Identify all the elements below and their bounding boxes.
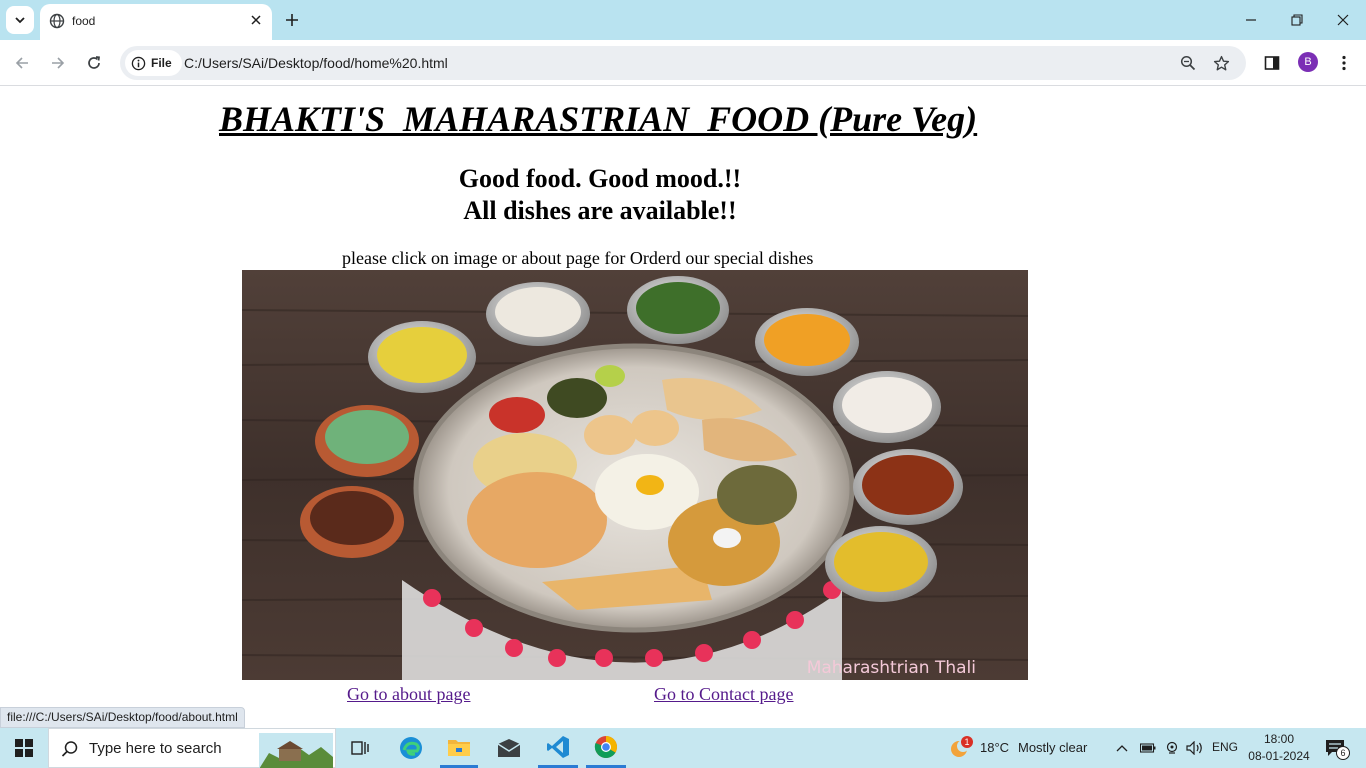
- task-view-icon: [351, 741, 369, 755]
- thali-image-link[interactable]: Maharashtrian Thali: [242, 270, 1028, 680]
- menu-button[interactable]: [1333, 52, 1355, 74]
- weather-condition[interactable]: Mostly clear: [1018, 740, 1087, 755]
- info-icon: [131, 56, 146, 70]
- web-page: BHAKTI'S MAHARASTRIAN FOOD (Pure Veg) Go…: [0, 87, 1366, 728]
- reload-button[interactable]: [80, 49, 108, 77]
- tab-search-button[interactable]: [6, 6, 34, 34]
- mail-app[interactable]: [490, 728, 528, 768]
- clock[interactable]: 18:00 08-01-2024: [1244, 731, 1314, 765]
- back-button[interactable]: [8, 49, 36, 77]
- close-window-button[interactable]: [1327, 6, 1359, 34]
- windows-logo-icon: [15, 739, 33, 757]
- notification-count: 6: [1336, 746, 1350, 760]
- task-view-button[interactable]: [344, 728, 376, 768]
- plus-icon: [286, 14, 298, 26]
- bookmark-button[interactable]: [1211, 53, 1231, 73]
- tab-strip: food: [0, 0, 1366, 40]
- image-caption: Maharashtrian Thali: [806, 658, 976, 678]
- forward-button[interactable]: [44, 49, 72, 77]
- tagline-primary: Good food. Good mood.!!: [458, 164, 742, 193]
- chevron-up-icon: [1116, 745, 1128, 752]
- notifications-button[interactable]: 6: [1320, 728, 1350, 768]
- weather-alert-badge: 1: [961, 736, 973, 748]
- address-bar[interactable]: File C:/Users/SAi/Desktop/food/home%20.h…: [120, 46, 1246, 80]
- profile-avatar[interactable]: B: [1298, 52, 1318, 72]
- side-panel-icon: [1264, 56, 1280, 70]
- taskbar: Type here to search 1 18°C Mostly clear …: [0, 728, 1366, 768]
- folder-icon: [448, 739, 470, 756]
- clock-date: 08-01-2024: [1248, 749, 1310, 763]
- mail-icon: [497, 739, 521, 757]
- arrow-right-icon: [52, 57, 65, 69]
- reload-icon: [88, 56, 100, 69]
- speaker-icon: [1186, 741, 1202, 755]
- search-highlight-image: [259, 733, 333, 768]
- edge-app[interactable]: [394, 728, 428, 768]
- chrome-icon: [594, 735, 617, 758]
- vscode-app[interactable]: [538, 728, 578, 768]
- edge-icon: [400, 737, 422, 759]
- camera-icon: [1166, 741, 1178, 754]
- new-tab-button[interactable]: [282, 10, 302, 30]
- minimize-icon: [1246, 19, 1256, 21]
- contact-page-link[interactable]: Go to Contact page: [654, 684, 793, 705]
- site-info-label: File: [151, 56, 172, 70]
- vscode-icon: [547, 735, 569, 758]
- close-icon: [251, 15, 261, 25]
- thali-photo: [242, 270, 1028, 680]
- globe-icon: [49, 13, 65, 29]
- start-button[interactable]: [0, 728, 48, 768]
- zoom-button[interactable]: [1178, 53, 1198, 73]
- kebab-menu-icon: [1342, 55, 1346, 71]
- restore-icon: [1291, 14, 1303, 26]
- browser-tab[interactable]: food: [40, 4, 272, 40]
- battery-icon: [1140, 743, 1156, 753]
- clock-time: 18:00: [1263, 732, 1295, 746]
- link-status-bar: file:///C:/Users/SAi/Desktop/food/about.…: [0, 707, 245, 728]
- site-title: BHAKTI'S MAHARASTRIAN FOOD (Pure Veg): [219, 99, 978, 139]
- tagline-secondary: All dishes are available!!: [463, 196, 737, 225]
- search-icon: [61, 741, 78, 757]
- minimize-button[interactable]: [1235, 6, 1267, 34]
- instructions-text: please click on image or about page for …: [342, 248, 814, 268]
- chevron-down-icon: [15, 17, 25, 24]
- file-explorer-app[interactable]: [440, 728, 478, 768]
- show-hidden-icons-button[interactable]: [1112, 728, 1132, 768]
- about-page-link[interactable]: Go to about page: [347, 684, 470, 705]
- battery-button[interactable]: [1138, 728, 1158, 768]
- tab-close-button[interactable]: [248, 12, 264, 28]
- weather-widget-icon[interactable]: 1: [946, 728, 974, 768]
- weather-temperature[interactable]: 18°C: [980, 740, 1009, 755]
- zoom-out-icon: [1180, 55, 1196, 71]
- arrow-left-icon: [15, 57, 28, 69]
- input-language[interactable]: ENG: [1212, 740, 1238, 754]
- star-icon: [1213, 55, 1229, 70]
- close-icon: [1337, 14, 1349, 26]
- camera-privacy-button[interactable]: [1162, 728, 1182, 768]
- taskbar-search-placeholder: Type here to search: [89, 740, 222, 757]
- site-info-chip[interactable]: File: [125, 50, 182, 76]
- tab-title: food: [72, 14, 96, 28]
- volume-button[interactable]: [1185, 728, 1205, 768]
- taskbar-search[interactable]: Type here to search: [48, 728, 336, 768]
- side-panel-button[interactable]: [1261, 52, 1283, 74]
- chrome-app[interactable]: [586, 728, 626, 768]
- browser-toolbar: File C:/Users/SAi/Desktop/food/home%20.h…: [0, 40, 1366, 86]
- url-text[interactable]: C:/Users/SAi/Desktop/food/home%20.html: [184, 55, 448, 71]
- restore-button[interactable]: [1281, 6, 1313, 34]
